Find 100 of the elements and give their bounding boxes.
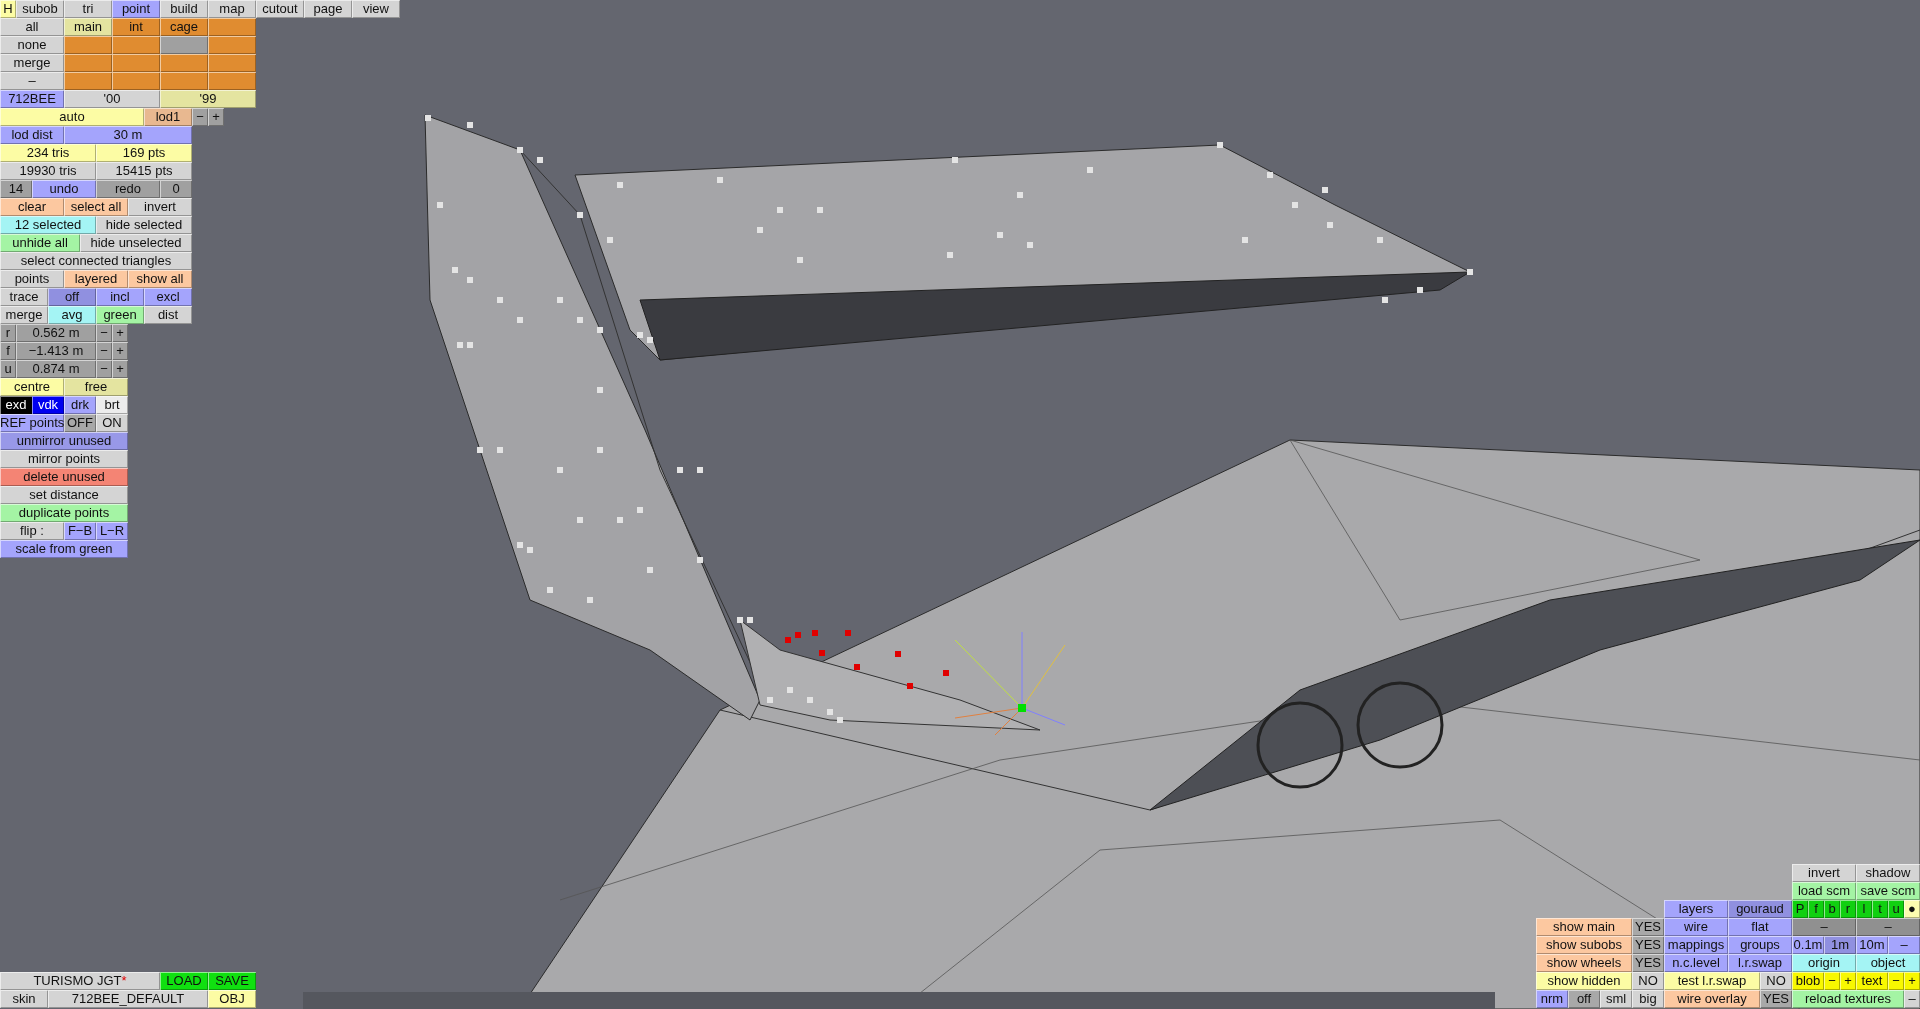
panel-button[interactable]: green	[96, 306, 144, 324]
panel-button[interactable]: 10m	[1856, 936, 1888, 954]
panel-button[interactable]: 0.874 m	[16, 360, 96, 378]
mode-tab[interactable]: page	[304, 0, 352, 18]
panel-button[interactable]: OBJ	[208, 990, 256, 1008]
panel-button[interactable]: points	[0, 270, 64, 288]
panel-button[interactable]: delete unused	[0, 468, 128, 486]
panel-button[interactable]: wire overlay	[1664, 990, 1760, 1008]
panel-button[interactable]: 12 selected	[0, 216, 96, 234]
panel-button[interactable]: '00	[64, 90, 160, 108]
panel-button[interactable]: P	[1792, 900, 1808, 918]
panel-button[interactable]: layered	[64, 270, 128, 288]
panel-button[interactable]: –	[0, 72, 64, 90]
panel-button[interactable]: lod1	[144, 108, 192, 126]
panel-button[interactable]: nrm	[1536, 990, 1568, 1008]
panel-button[interactable]: skin	[0, 990, 48, 1008]
panel-button[interactable]: 30 m	[64, 126, 192, 144]
panel-button[interactable]: −	[96, 360, 112, 378]
panel-button[interactable]: scale from green	[0, 540, 128, 558]
swatch-button[interactable]	[160, 36, 208, 54]
mode-tab[interactable]: view	[352, 0, 400, 18]
panel-button[interactable]: −	[96, 324, 112, 342]
panel-button[interactable]: trace	[0, 288, 48, 306]
panel-button[interactable]: save scm	[1856, 882, 1920, 900]
panel-button[interactable]: −	[1824, 972, 1840, 990]
panel-button[interactable]: mirror points	[0, 450, 128, 468]
panel-button[interactable]: l.r.swap	[1728, 954, 1792, 972]
panel-button[interactable]: −1.413 m	[16, 342, 96, 360]
panel-button[interactable]: text	[1856, 972, 1888, 990]
panel-button[interactable]: n.c.level	[1664, 954, 1728, 972]
panel-button[interactable]: sml	[1600, 990, 1632, 1008]
panel-button[interactable]: NO	[1632, 972, 1664, 990]
panel-button[interactable]: redo	[96, 180, 160, 198]
panel-button[interactable]: all	[0, 18, 64, 36]
panel-button[interactable]: merge	[0, 306, 48, 324]
panel-button[interactable]: b	[1824, 900, 1840, 918]
panel-button[interactable]: test l.r.swap	[1664, 972, 1760, 990]
swatch-button[interactable]	[208, 72, 256, 90]
panel-button[interactable]: shadow	[1856, 864, 1920, 882]
panel-button[interactable]: origin	[1792, 954, 1856, 972]
panel-button[interactable]: 712BEE	[0, 90, 64, 108]
panel-button[interactable]: 14	[0, 180, 32, 198]
panel-button[interactable]: flat	[1728, 918, 1792, 936]
panel-button[interactable]: set distance	[0, 486, 128, 504]
panel-button[interactable]: 712BEE_DEFAULT	[48, 990, 208, 1008]
panel-button[interactable]: brt	[96, 396, 128, 414]
panel-button[interactable]: merge	[0, 54, 64, 72]
panel-button[interactable]: reload textures	[1792, 990, 1904, 1008]
panel-button[interactable]: off	[48, 288, 96, 306]
panel-button[interactable]: –	[1904, 990, 1920, 1008]
panel-button[interactable]: blob	[1792, 972, 1824, 990]
panel-button[interactable]: OFF	[64, 414, 96, 432]
panel-button[interactable]: undo	[32, 180, 96, 198]
swatch-button[interactable]	[208, 18, 256, 36]
panel-button[interactable]: f	[1808, 900, 1824, 918]
panel-button[interactable]: 0	[160, 180, 192, 198]
panel-button[interactable]: mappings	[1664, 936, 1728, 954]
swatch-button[interactable]	[208, 36, 256, 54]
panel-button[interactable]: show hidden	[1536, 972, 1632, 990]
panel-button[interactable]: incl	[96, 288, 144, 306]
panel-button[interactable]: duplicate points	[0, 504, 128, 522]
mode-tab[interactable]: build	[160, 0, 208, 18]
panel-button[interactable]: SAVE	[208, 972, 256, 990]
panel-button[interactable]: none	[0, 36, 64, 54]
swatch-button[interactable]	[64, 54, 112, 72]
panel-button[interactable]: +	[112, 342, 128, 360]
panel-button[interactable]: r	[0, 324, 16, 342]
panel-button[interactable]: excl	[144, 288, 192, 306]
panel-button[interactable]: u	[0, 360, 16, 378]
panel-button[interactable]: auto	[0, 108, 144, 126]
panel-button[interactable]: invert	[128, 198, 192, 216]
panel-button[interactable]: select connected triangles	[0, 252, 192, 270]
panel-button[interactable]: off	[1568, 990, 1600, 1008]
panel-button[interactable]: centre	[0, 378, 64, 396]
panel-button[interactable]: 169 pts	[96, 144, 192, 162]
panel-button[interactable]: show all	[128, 270, 192, 288]
panel-button[interactable]: load scm	[1792, 882, 1856, 900]
panel-button[interactable]: show subobs	[1536, 936, 1632, 954]
panel-button[interactable]: +	[1840, 972, 1856, 990]
panel-button[interactable]: –	[1888, 936, 1920, 954]
panel-button[interactable]: 0.1m	[1792, 936, 1824, 954]
panel-button[interactable]: vdk	[32, 396, 64, 414]
panel-button[interactable]: −	[192, 108, 208, 126]
swatch-button[interactable]	[112, 72, 160, 90]
panel-button[interactable]: object	[1856, 954, 1920, 972]
panel-button[interactable]: YES	[1632, 936, 1664, 954]
panel-button[interactable]: select all	[64, 198, 128, 216]
panel-button[interactable]: big	[1632, 990, 1664, 1008]
panel-button[interactable]: f	[0, 342, 16, 360]
panel-button[interactable]: LOAD	[160, 972, 208, 990]
panel-button[interactable]: ON	[96, 414, 128, 432]
panel-button[interactable]: +	[112, 324, 128, 342]
panel-button[interactable]: r	[1840, 900, 1856, 918]
panel-button[interactable]: int	[112, 18, 160, 36]
panel-button[interactable]: 1m	[1824, 936, 1856, 954]
swatch-button[interactable]	[64, 72, 112, 90]
panel-button[interactable]: main	[64, 18, 112, 36]
panel-button[interactable]: unmirror unused	[0, 432, 128, 450]
mode-tab[interactable]: map	[208, 0, 256, 18]
help-button[interactable]: H	[0, 0, 16, 18]
